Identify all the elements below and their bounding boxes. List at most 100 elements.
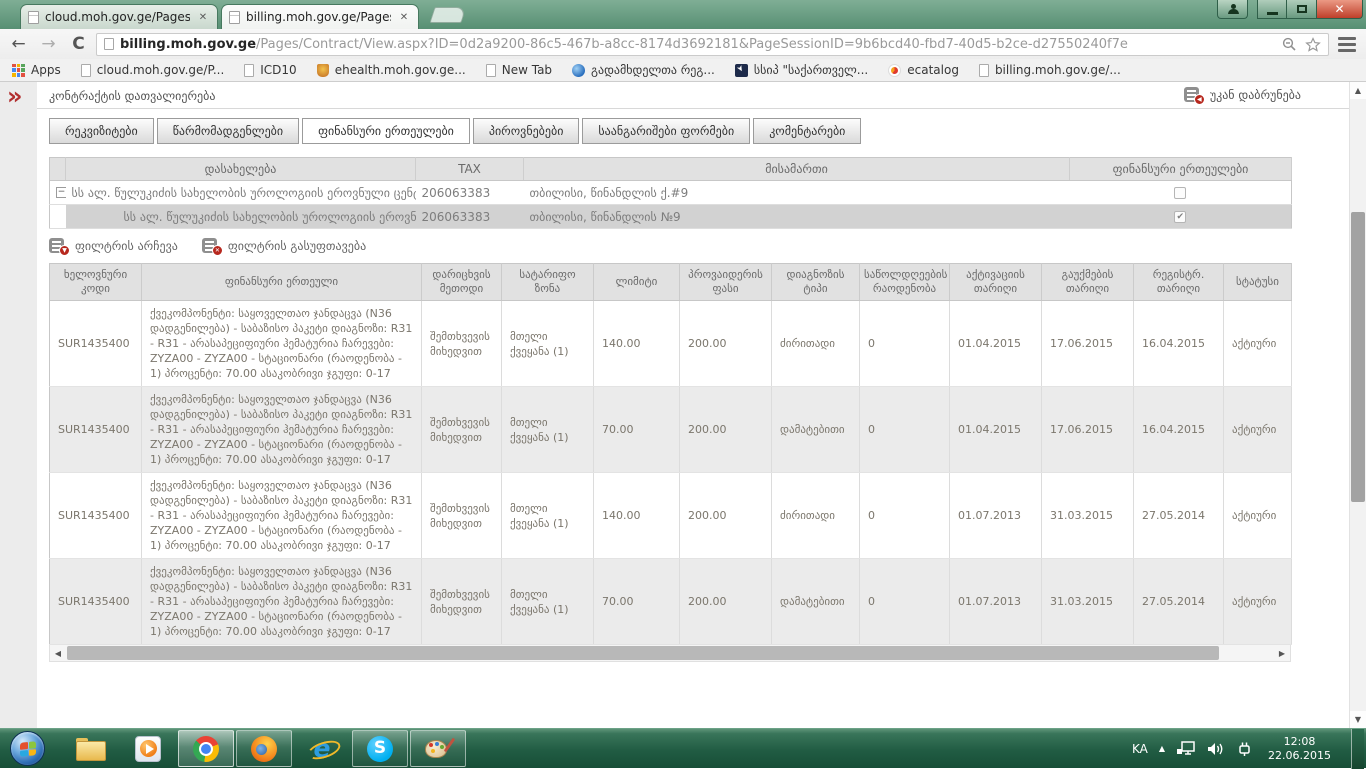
horizontal-scrollbar[interactable]: ◀ ▶ — [49, 645, 1291, 662]
vertical-scrollbar[interactable]: ▲ ▼ — [1349, 82, 1366, 728]
fin-column-header: დიაგნოზის ტიპი — [772, 264, 860, 301]
tab-ფინანსური ერთეულები[interactable]: ფინანსური ერთეულები — [302, 118, 470, 144]
fin-column-header: დარიცხვის მეთოდი — [422, 264, 502, 301]
new-tab-button[interactable] — [429, 7, 466, 23]
apps-shortcut[interactable]: Apps — [12, 63, 61, 77]
financial-unit-cell: ქვეკომპონენტი: საყოველთაო ჯანდაცვა (N36 … — [142, 473, 422, 559]
tab-საანგარიშები ფორმები[interactable]: საანგარიშები ფორმები — [582, 118, 750, 144]
taskbar-clock[interactable]: 12:08 22.06.2015 — [1268, 735, 1331, 763]
org-name-cell: სს ალ. წულუკიძის სახელობის უროლოგიის ერო… — [66, 181, 416, 205]
taskbar-app-explorer[interactable] — [62, 730, 118, 767]
windows-taskbar: eS KA ▲ 12:08 22.06.2015 — [0, 728, 1366, 768]
limit-cell: 140.00 — [594, 301, 680, 387]
filter-badge-icon: ▼ — [59, 245, 70, 256]
financial-units-table: ხელოვნური კოდიფინანსური ერთეულიდარიცხვის… — [49, 263, 1292, 645]
financial-unit-checkbox[interactable]: ✔ — [1174, 211, 1186, 223]
clear-filter-button[interactable]: ✕ფილტრის გასუფთავება — [202, 238, 366, 254]
minimize-button[interactable] — [1257, 0, 1287, 19]
code-cell: SUR1435400 — [50, 387, 142, 473]
status-cell: აქტიური — [1224, 473, 1292, 559]
taskbar-app-chrome[interactable] — [178, 730, 234, 767]
zoom-icon[interactable] — [1282, 37, 1297, 52]
org-name-cell: სს ალ. წულუკიძის სახელობის უროლოგიის ერო… — [66, 205, 416, 229]
fin-table-row[interactable]: SUR1435400ქვეკომპონენტი: საყოველთაო ჯანდ… — [50, 473, 1292, 559]
page-content: კონტრაქტის დათვალიერება ◀ უკან დაბრუნება… — [37, 82, 1349, 728]
close-button[interactable]: ✕ — [1317, 0, 1363, 19]
power-plug-icon[interactable] — [1236, 741, 1253, 757]
network-icon[interactable] — [1176, 741, 1196, 757]
reload-icon: C — [72, 34, 84, 54]
fin-column-header: ფინანსური ერთეული — [142, 264, 422, 301]
volume-icon[interactable] — [1207, 741, 1225, 757]
scroll-up-icon[interactable]: ▲ — [1350, 82, 1366, 99]
bookmark-item[interactable]: cloud.moh.gov.ge/P... — [81, 63, 225, 77]
tab-რეკვიზიტები[interactable]: რეკვიზიტები — [49, 118, 154, 144]
status-cell: აქტიური — [1224, 387, 1292, 473]
tab-წარმომადგენლები[interactable]: წარმომადგენლები — [157, 118, 299, 144]
taskbar-app-internet-explorer[interactable]: e — [294, 730, 350, 767]
show-desktop-button[interactable] — [1351, 729, 1364, 769]
hidden-icons-arrow-icon[interactable]: ▲ — [1159, 744, 1165, 753]
scroll-down-icon[interactable]: ▼ — [1350, 711, 1366, 728]
browser-tab-billing[interactable]: billing.moh.gov.ge/Pages/ ✕ — [221, 4, 419, 29]
tab-პიროვნებები[interactable]: პიროვნებები — [473, 118, 580, 144]
org-column-header: TAX — [416, 158, 524, 181]
browser-tab-cloud[interactable]: cloud.moh.gov.ge/Pages/ ✕ — [20, 4, 218, 29]
bookmark-item[interactable]: New Tab — [486, 63, 552, 77]
maximize-button[interactable] — [1287, 0, 1317, 19]
back-button[interactable]: ← — [6, 32, 31, 57]
collapse-node-icon[interactable]: − — [56, 187, 66, 198]
start-button[interactable] — [10, 731, 45, 766]
horizontal-scroll-thumb[interactable] — [67, 646, 1219, 660]
taskbar-app-skype[interactable]: S — [352, 730, 408, 767]
bookmark-item[interactable]: ecatalog — [888, 63, 959, 77]
taskbar-app-firefox[interactable] — [236, 730, 292, 767]
bed-days-cell: 0 — [860, 559, 950, 645]
org-expander-header — [50, 158, 66, 181]
address-bar[interactable]: billing.moh.gov.ge/Pages/Contract/View.a… — [96, 33, 1329, 56]
org-table-row[interactable]: სს ალ. წულუკიძის სახელობის უროლოგიის ერო… — [50, 205, 1292, 229]
zone-cell: მთელი ქვეყანა (1) — [502, 301, 594, 387]
scroll-left-icon[interactable]: ◀ — [50, 645, 66, 661]
chrome-menu-button[interactable] — [1334, 34, 1360, 54]
filter-button-label: ფილტრის არჩევა — [75, 239, 178, 253]
fin-table-row[interactable]: SUR1435400ქვეკომპონენტი: საყოველთაო ჯანდ… — [50, 387, 1292, 473]
scroll-right-icon[interactable]: ▶ — [1274, 645, 1290, 661]
org-column-header: მისამართი — [524, 158, 1070, 181]
explorer-icon — [76, 738, 104, 759]
fin-table-row[interactable]: SUR1435400ქვეკომპონენტი: საყოველთაო ჯანდ… — [50, 559, 1292, 645]
back-to-list-button[interactable]: ◀ უკან დაბრუნება — [1178, 85, 1307, 105]
collapse-menu-icon[interactable]: » — [7, 82, 23, 110]
filter-icon: ✕ — [202, 238, 221, 254]
language-indicator[interactable]: KA — [1132, 742, 1148, 756]
bookmark-label: გადამხდელთა რეგ... — [591, 63, 715, 77]
tab-კომენტარები[interactable]: კომენტარები — [753, 118, 861, 144]
org-column-header: დასახელება — [66, 158, 416, 181]
taskbar-app-paint[interactable] — [410, 730, 466, 767]
bookmark-item[interactable]: სსიპ "საქართველ... — [735, 63, 868, 77]
profile-button[interactable] — [1217, 0, 1248, 19]
reload-button[interactable]: C — [66, 32, 91, 57]
bookmark-label: ecatalog — [907, 63, 959, 77]
taskbar-app-media-player[interactable] — [120, 730, 176, 767]
bookmark-item[interactable]: გადამხდელთა რეგ... — [572, 63, 715, 77]
fin-table-row[interactable]: SUR1435400ქვეკომპონენტი: საყოველთაო ჯანდ… — [50, 301, 1292, 387]
vertical-scroll-thumb[interactable] — [1351, 212, 1365, 502]
org-tax-cell: 206063383 — [416, 181, 524, 205]
bookmark-item[interactable]: billing.moh.gov.ge/... — [979, 63, 1121, 77]
forward-button[interactable]: → — [36, 32, 61, 57]
select-filter-button[interactable]: ▼ ფილტრის არჩევა — [49, 238, 178, 254]
tab-close-icon[interactable]: ✕ — [196, 10, 210, 24]
financial-unit-checkbox[interactable] — [1174, 187, 1186, 199]
url-domain: billing.moh.gov.ge — [120, 37, 256, 52]
bookmark-star-icon[interactable] — [1305, 37, 1321, 52]
page-icon — [81, 64, 91, 77]
registration-date-cell: 27.05.2014 — [1134, 473, 1224, 559]
cancel-date-cell: 31.03.2015 — [1042, 473, 1134, 559]
tab-close-icon[interactable]: ✕ — [397, 10, 411, 24]
internet-explorer-icon: e — [309, 736, 335, 762]
bookmark-item[interactable]: ICD10 — [244, 63, 296, 77]
org-table-row[interactable]: −სს ალ. წულუკიძის სახელობის უროლოგიის ერ… — [50, 181, 1292, 205]
bookmark-item[interactable]: ehealth.moh.gov.ge... — [317, 63, 466, 77]
page-favicon — [229, 11, 240, 24]
